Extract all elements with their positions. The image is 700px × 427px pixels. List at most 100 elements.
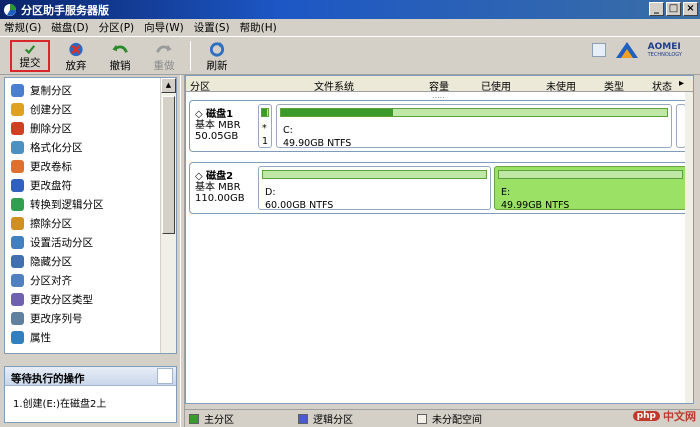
partition-letter: C: — [283, 125, 293, 136]
partition-c[interactable]: C: 49.90GB NTFS — [276, 104, 672, 149]
menu-settings[interactable]: 设置(S) — [194, 20, 230, 35]
legend-bar: 主分区 逻辑分区 未分配空间 — [185, 409, 700, 427]
partition-letter: E: — [501, 187, 511, 198]
legend-logical: 逻辑分区 — [298, 411, 353, 426]
operation-label: 隐藏分区 — [30, 256, 72, 268]
menu-help[interactable]: 帮助(H) — [240, 20, 277, 35]
menu-general[interactable]: 常规(G) — [4, 20, 41, 35]
operation-item[interactable]: 隐藏分区 — [11, 252, 72, 271]
option-checkbox[interactable] — [591, 43, 606, 57]
undo-icon — [112, 44, 128, 53]
redo-label: 重做 — [153, 59, 175, 72]
menu-partition[interactable]: 分区(P) — [99, 20, 135, 35]
operation-item[interactable]: 属性 — [11, 328, 51, 347]
legend-primary-label: 主分区 — [204, 415, 234, 426]
disk-2[interactable]: ◇ 磁盘2 基本 MBR 110.00GB D: 60.00GB NTFS E: 4… — [189, 162, 689, 214]
operation-label: 设置活动分区 — [30, 237, 93, 249]
partition-info: 60.00GB NTFS — [265, 200, 334, 211]
app-icon — [4, 3, 16, 16]
pending-item[interactable]: 1.创建(E:)在磁盘2上 — [5, 386, 176, 419]
minimize-button[interactable]: _ — [649, 2, 664, 16]
operation-label: 分区对齐 — [30, 275, 72, 287]
partition-letter: * — [262, 123, 267, 134]
scroll-thumb[interactable] — [162, 96, 175, 234]
watermark-logo: php — [632, 411, 660, 421]
operation-item[interactable]: 更改分区类型 — [11, 290, 93, 309]
disk-map-scrollbar[interactable] — [685, 92, 693, 403]
legend-unallocated: 未分配空间 — [417, 411, 482, 426]
convert-logical-icon — [11, 198, 24, 211]
operation-label: 更改卷标 — [30, 161, 72, 173]
brand-area: AOMEI TECHNOLOGY — [591, 40, 682, 60]
operation-item[interactable]: 删除分区 — [11, 119, 72, 138]
volume-label-icon — [11, 160, 24, 173]
col-status[interactable]: 状态 — [652, 78, 672, 93]
operation-item[interactable]: 复制分区 — [11, 81, 72, 100]
app-window: 分区助手服务器版 _ □ × 常规(G) 磁盘(D) 分区(P) 向导(W) 设… — [0, 0, 700, 427]
column-scroll-arrow[interactable]: ▸ — [679, 78, 684, 89]
operation-label: 更改分区类型 — [30, 294, 93, 306]
operation-item[interactable]: 设置活动分区 — [11, 233, 93, 252]
col-partition[interactable]: 分区 — [190, 78, 210, 93]
operation-item[interactable]: 更改盘符 — [11, 176, 72, 195]
operation-label: 属性 — [30, 332, 51, 344]
refresh-icon — [209, 41, 225, 57]
disk-2-type: 基本 MBR — [195, 182, 241, 193]
refresh-button[interactable]: 刷新 — [195, 39, 239, 73]
align-partition-icon — [11, 274, 24, 287]
partition-e[interactable]: E: 49.99GB NTFS — [494, 166, 687, 211]
undo-label: 撤销 — [109, 59, 131, 72]
column-header: 分区 文件系统 容量 已使用 未使用 类型 状态 ▸ — [186, 76, 693, 93]
operation-item[interactable]: 转换到逻辑分区 — [11, 195, 104, 214]
wipe-partition-icon — [11, 217, 24, 230]
operation-label: 复制分区 — [30, 85, 72, 97]
submit-label: 提交 — [19, 56, 41, 69]
pending-title: 等待执行的操作 — [11, 373, 85, 385]
operation-item[interactable]: 擦除分区 — [11, 214, 72, 233]
format-partition-icon — [11, 141, 24, 154]
pending-operations-panel: 等待执行的操作 1.创建(E:)在磁盘2上 — [4, 366, 177, 423]
disk-2-size: 110.00GB — [195, 193, 245, 204]
undo-button[interactable]: 撤销 — [98, 39, 142, 73]
operations-panel: 复制分区创建分区删除分区格式化分区更改卷标更改盘符转换到逻辑分区 擦除分区设置活动… — [4, 77, 177, 354]
close-button[interactable]: × — [683, 2, 698, 16]
discard-button[interactable]: 放弃 — [54, 39, 98, 73]
toolbar-separator — [190, 40, 191, 71]
checkmark-icon — [24, 44, 36, 54]
disk-1[interactable]: ◇ 磁盘1 基本 MBR 50.05GB * 1 C: 49.90GB NTFS — [189, 100, 689, 152]
operation-label: 删除分区 — [30, 123, 72, 135]
legend-primary: 主分区 — [189, 411, 234, 426]
legend-unallocated-label: 未分配空间 — [432, 415, 482, 426]
redo-button[interactable]: 重做 — [142, 39, 186, 73]
submit-button[interactable]: 提交 — [10, 39, 50, 72]
operation-label: 转换到逻辑分区 — [30, 199, 104, 211]
operation-item[interactable]: 更改序列号 — [11, 309, 83, 328]
watermark: php 中文网 — [632, 408, 696, 424]
menu-disk[interactable]: 磁盘(D) — [51, 20, 88, 35]
partition-system-reserved[interactable]: * 1 — [258, 104, 272, 148]
watermark-text: 中文网 — [663, 410, 696, 423]
delete-partition-icon — [11, 122, 24, 135]
col-used[interactable]: 已使用 — [481, 78, 511, 93]
create-partition-icon — [11, 103, 24, 116]
window-title: 分区助手服务器版 — [21, 3, 109, 17]
aomei-logo-icon — [615, 42, 638, 58]
scroll-up-arrow[interactable]: ▲ — [161, 78, 176, 93]
col-type[interactable]: 类型 — [604, 78, 624, 93]
maximize-button[interactable]: □ — [666, 2, 681, 16]
pending-toggle[interactable] — [157, 368, 173, 384]
operation-item[interactable]: 更改卷标 — [11, 157, 72, 176]
properties-icon — [11, 331, 24, 344]
operations-scrollbar[interactable]: ▲ — [160, 78, 176, 353]
operation-label: 擦除分区 — [30, 218, 72, 230]
menu-wizard[interactable]: 向导(W) — [144, 20, 184, 35]
disk-2-name: ◇ 磁盘2 — [195, 171, 234, 182]
partition-d[interactable]: D: 60.00GB NTFS — [258, 166, 491, 211]
menu-bar: 常规(G) 磁盘(D) 分区(P) 向导(W) 设置(S) 帮助(H) — [0, 19, 700, 37]
operation-item[interactable]: 分区对齐 — [11, 271, 72, 290]
col-free[interactable]: 未使用 — [546, 78, 576, 93]
operation-item[interactable]: 格式化分区 — [11, 138, 83, 157]
col-filesystem[interactable]: 文件系统 — [314, 78, 354, 93]
operation-item[interactable]: 创建分区 — [11, 100, 72, 119]
partition-info: 49.90GB NTFS — [283, 138, 352, 149]
